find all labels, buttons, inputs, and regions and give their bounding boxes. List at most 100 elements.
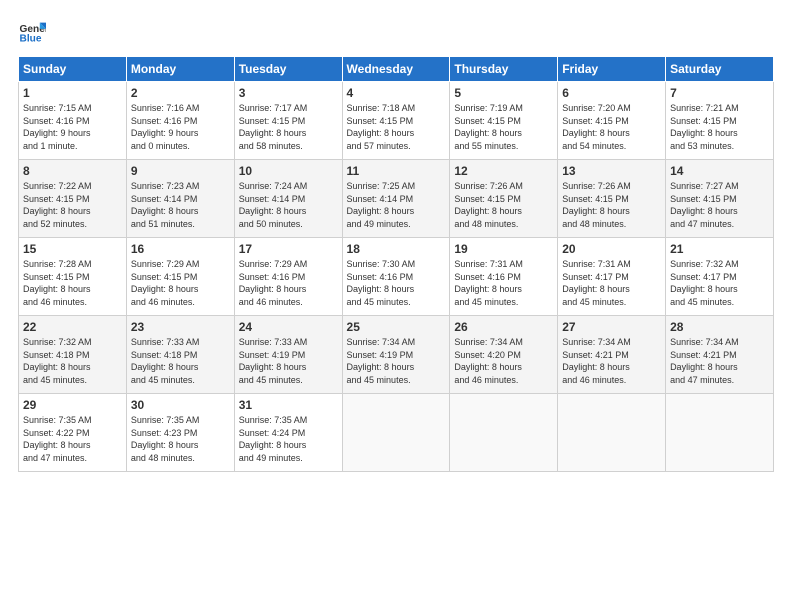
day-info: Sunrise: 7:16 AM Sunset: 4:16 PM Dayligh… xyxy=(131,102,230,152)
day-number: 14 xyxy=(670,164,769,178)
calendar-day-cell: 2 Sunrise: 7:16 AM Sunset: 4:16 PM Daylig… xyxy=(126,82,234,160)
day-info: Sunrise: 7:30 AM Sunset: 4:16 PM Dayligh… xyxy=(347,258,446,308)
page-header: General Blue xyxy=(18,18,774,46)
svg-text:Blue: Blue xyxy=(20,33,42,44)
day-number: 23 xyxy=(131,320,230,334)
day-number: 13 xyxy=(562,164,661,178)
day-info: Sunrise: 7:19 AM Sunset: 4:15 PM Dayligh… xyxy=(454,102,553,152)
day-number: 19 xyxy=(454,242,553,256)
logo-icon: General Blue xyxy=(18,18,46,46)
day-number: 15 xyxy=(23,242,122,256)
day-number: 30 xyxy=(131,398,230,412)
calendar-day-cell: 10Sunrise: 7:24 AM Sunset: 4:14 PM Dayli… xyxy=(234,160,342,238)
weekday-header-cell: Tuesday xyxy=(234,57,342,82)
day-info: Sunrise: 7:31 AM Sunset: 4:17 PM Dayligh… xyxy=(562,258,661,308)
day-number: 27 xyxy=(562,320,661,334)
day-info: Sunrise: 7:26 AM Sunset: 4:15 PM Dayligh… xyxy=(562,180,661,230)
day-number: 25 xyxy=(347,320,446,334)
calendar-week-row: 29Sunrise: 7:35 AM Sunset: 4:22 PM Dayli… xyxy=(19,394,774,472)
calendar-day-cell: 29Sunrise: 7:35 AM Sunset: 4:22 PM Dayli… xyxy=(19,394,127,472)
calendar-day-cell: 18Sunrise: 7:30 AM Sunset: 4:16 PM Dayli… xyxy=(342,238,450,316)
day-number: 6 xyxy=(562,86,661,100)
calendar-day-cell: 14 Sunrise: 7:27 AM Sunset: 4:15 PM Dayli… xyxy=(666,160,774,238)
day-info: Sunrise: 7:15 AM Sunset: 4:16 PM Dayligh… xyxy=(23,102,122,152)
day-info: Sunrise: 7:34 AM Sunset: 4:20 PM Dayligh… xyxy=(454,336,553,386)
day-info: Sunrise: 7:32 AM Sunset: 4:18 PM Dayligh… xyxy=(23,336,122,386)
calendar-day-cell: 3 Sunrise: 7:17 AM Sunset: 4:15 PM Daylig… xyxy=(234,82,342,160)
calendar-table: SundayMondayTuesdayWednesdayThursdayFrid… xyxy=(18,56,774,472)
weekday-header-cell: Friday xyxy=(558,57,666,82)
day-info: Sunrise: 7:34 AM Sunset: 4:21 PM Dayligh… xyxy=(562,336,661,386)
calendar-page: General Blue SundayMondayTuesdayWednesda… xyxy=(0,0,792,612)
day-info: Sunrise: 7:35 AM Sunset: 4:23 PM Dayligh… xyxy=(131,414,230,464)
day-info: Sunrise: 7:25 AM Sunset: 4:14 PM Dayligh… xyxy=(347,180,446,230)
day-info: Sunrise: 7:27 AM Sunset: 4:15 PM Dayligh… xyxy=(670,180,769,230)
weekday-header-cell: Wednesday xyxy=(342,57,450,82)
weekday-header-cell: Sunday xyxy=(19,57,127,82)
calendar-day-cell: 27 Sunrise: 7:34 AM Sunset: 4:21 PM Dayli… xyxy=(558,316,666,394)
calendar-day-cell: 11Sunrise: 7:25 AM Sunset: 4:14 PM Dayli… xyxy=(342,160,450,238)
day-number: 3 xyxy=(239,86,338,100)
day-info: Sunrise: 7:26 AM Sunset: 4:15 PM Dayligh… xyxy=(454,180,553,230)
day-number: 2 xyxy=(131,86,230,100)
day-info: Sunrise: 7:31 AM Sunset: 4:16 PM Dayligh… xyxy=(454,258,553,308)
calendar-day-cell: 16Sunrise: 7:29 AM Sunset: 4:15 PM Dayli… xyxy=(126,238,234,316)
day-number: 8 xyxy=(23,164,122,178)
weekday-header-cell: Saturday xyxy=(666,57,774,82)
weekday-header-row: SundayMondayTuesdayWednesdayThursdayFrid… xyxy=(19,57,774,82)
day-info: Sunrise: 7:22 AM Sunset: 4:15 PM Dayligh… xyxy=(23,180,122,230)
day-info: Sunrise: 7:33 AM Sunset: 4:18 PM Dayligh… xyxy=(131,336,230,386)
day-number: 20 xyxy=(562,242,661,256)
day-info: Sunrise: 7:32 AM Sunset: 4:17 PM Dayligh… xyxy=(670,258,769,308)
calendar-week-row: 8 Sunrise: 7:22 AM Sunset: 4:15 PM Daylig… xyxy=(19,160,774,238)
calendar-day-cell xyxy=(342,394,450,472)
day-info: Sunrise: 7:34 AM Sunset: 4:21 PM Dayligh… xyxy=(670,336,769,386)
day-number: 7 xyxy=(670,86,769,100)
calendar-day-cell: 9Sunrise: 7:23 AM Sunset: 4:14 PM Daylig… xyxy=(126,160,234,238)
calendar-day-cell: 23 Sunrise: 7:33 AM Sunset: 4:18 PM Dayli… xyxy=(126,316,234,394)
day-info: Sunrise: 7:17 AM Sunset: 4:15 PM Dayligh… xyxy=(239,102,338,152)
calendar-day-cell: 31Sunrise: 7:35 AM Sunset: 4:24 PM Dayli… xyxy=(234,394,342,472)
day-info: Sunrise: 7:34 AM Sunset: 4:19 PM Dayligh… xyxy=(347,336,446,386)
calendar-day-cell: 15 Sunrise: 7:28 AM Sunset: 4:15 PM Dayli… xyxy=(19,238,127,316)
calendar-day-cell: 21 Sunrise: 7:32 AM Sunset: 4:17 PM Dayli… xyxy=(666,238,774,316)
calendar-day-cell: 5Sunrise: 7:19 AM Sunset: 4:15 PM Daylig… xyxy=(450,82,558,160)
calendar-day-cell: 7 Sunrise: 7:21 AM Sunset: 4:15 PM Daylig… xyxy=(666,82,774,160)
day-number: 26 xyxy=(454,320,553,334)
day-info: Sunrise: 7:35 AM Sunset: 4:24 PM Dayligh… xyxy=(239,414,338,464)
calendar-day-cell: 19 Sunrise: 7:31 AM Sunset: 4:16 PM Dayli… xyxy=(450,238,558,316)
calendar-day-cell: 24 Sunrise: 7:33 AM Sunset: 4:19 PM Dayli… xyxy=(234,316,342,394)
day-info: Sunrise: 7:29 AM Sunset: 4:16 PM Dayligh… xyxy=(239,258,338,308)
day-info: Sunrise: 7:33 AM Sunset: 4:19 PM Dayligh… xyxy=(239,336,338,386)
calendar-day-cell: 26 Sunrise: 7:34 AM Sunset: 4:20 PM Dayli… xyxy=(450,316,558,394)
calendar-day-cell xyxy=(450,394,558,472)
day-number: 28 xyxy=(670,320,769,334)
day-number: 4 xyxy=(347,86,446,100)
day-info: Sunrise: 7:18 AM Sunset: 4:15 PM Dayligh… xyxy=(347,102,446,152)
day-number: 9 xyxy=(131,164,230,178)
calendar-day-cell: 1 Sunrise: 7:15 AM Sunset: 4:16 PM Daylig… xyxy=(19,82,127,160)
calendar-day-cell: 8 Sunrise: 7:22 AM Sunset: 4:15 PM Daylig… xyxy=(19,160,127,238)
day-number: 24 xyxy=(239,320,338,334)
calendar-body: 1 Sunrise: 7:15 AM Sunset: 4:16 PM Daylig… xyxy=(19,82,774,472)
calendar-day-cell: 20 Sunrise: 7:31 AM Sunset: 4:17 PM Dayli… xyxy=(558,238,666,316)
calendar-day-cell: 28 Sunrise: 7:34 AM Sunset: 4:21 PM Dayli… xyxy=(666,316,774,394)
calendar-day-cell: 22Sunrise: 7:32 AM Sunset: 4:18 PM Dayli… xyxy=(19,316,127,394)
calendar-day-cell: 4 Sunrise: 7:18 AM Sunset: 4:15 PM Daylig… xyxy=(342,82,450,160)
day-info: Sunrise: 7:28 AM Sunset: 4:15 PM Dayligh… xyxy=(23,258,122,308)
day-info: Sunrise: 7:35 AM Sunset: 4:22 PM Dayligh… xyxy=(23,414,122,464)
day-number: 12 xyxy=(454,164,553,178)
day-info: Sunrise: 7:20 AM Sunset: 4:15 PM Dayligh… xyxy=(562,102,661,152)
day-info: Sunrise: 7:21 AM Sunset: 4:15 PM Dayligh… xyxy=(670,102,769,152)
calendar-day-cell: 30 Sunrise: 7:35 AM Sunset: 4:23 PM Dayli… xyxy=(126,394,234,472)
calendar-day-cell xyxy=(558,394,666,472)
day-number: 21 xyxy=(670,242,769,256)
calendar-day-cell: 12 Sunrise: 7:26 AM Sunset: 4:15 PM Dayli… xyxy=(450,160,558,238)
weekday-header-cell: Thursday xyxy=(450,57,558,82)
calendar-day-cell: 25 Sunrise: 7:34 AM Sunset: 4:19 PM Dayli… xyxy=(342,316,450,394)
day-number: 1 xyxy=(23,86,122,100)
day-number: 16 xyxy=(131,242,230,256)
calendar-week-row: 22Sunrise: 7:32 AM Sunset: 4:18 PM Dayli… xyxy=(19,316,774,394)
calendar-day-cell: 6 Sunrise: 7:20 AM Sunset: 4:15 PM Daylig… xyxy=(558,82,666,160)
calendar-day-cell xyxy=(666,394,774,472)
